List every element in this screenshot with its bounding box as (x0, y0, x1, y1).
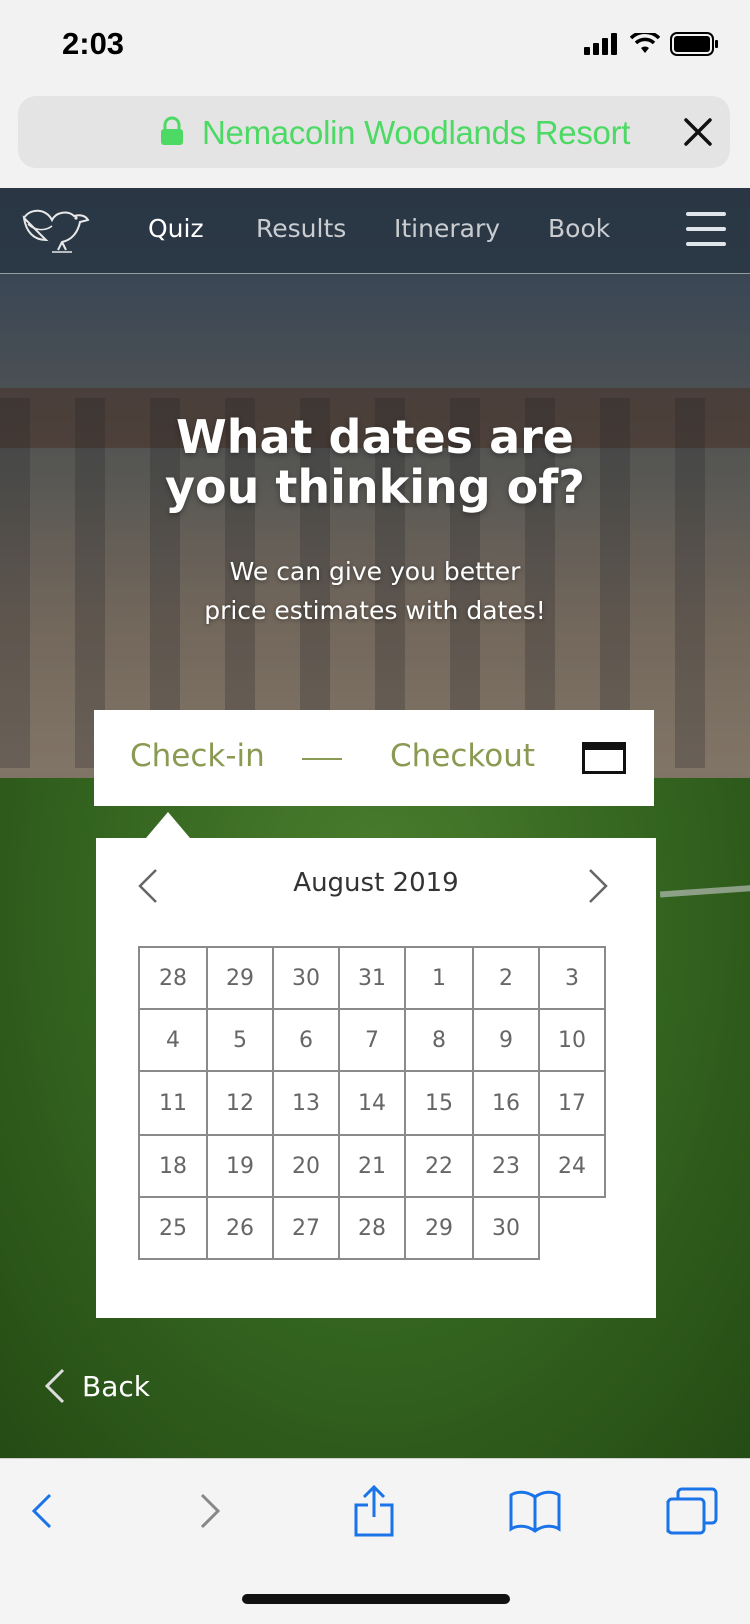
calendar-day[interactable]: 31 (338, 946, 406, 1010)
web-content: Quiz Results Itinerary Book What dates a… (0, 188, 750, 1458)
calendar-day[interactable]: 30 (472, 1196, 540, 1260)
calendar-day[interactable]: 13 (272, 1070, 340, 1136)
chevron-left-icon[interactable] (136, 868, 160, 904)
calendar-day[interactable]: 4 (138, 1008, 208, 1072)
calendar-day[interactable]: 19 (206, 1134, 274, 1198)
bird-logo-icon[interactable] (16, 202, 92, 258)
date-separator (302, 758, 342, 760)
calendar-popup: August 2019 28 29 30 31 1 2 3 4 5 6 7 8 9 10 11 12 13 14 1… (96, 838, 656, 1318)
calendar-day[interactable]: 9 (472, 1008, 540, 1072)
checkout-field[interactable]: Checkout (390, 738, 535, 774)
page-title-line1: What dates are (175, 410, 574, 464)
status-time: 2:03 (62, 26, 125, 61)
site-name[interactable]: Nemacolin Woodlands Resort (202, 114, 630, 152)
page-title: What dates are you thinking of? (150, 412, 600, 512)
cellular-signal-icon (584, 33, 617, 55)
tabs-icon (666, 1487, 718, 1535)
calendar-day[interactable]: 6 (272, 1008, 340, 1072)
share-icon (354, 1485, 394, 1537)
calendar-day[interactable]: 25 (138, 1196, 208, 1260)
calendar-day[interactable]: 2 (472, 946, 540, 1010)
calendar-day[interactable]: 3 (538, 946, 606, 1010)
nav-item-book[interactable]: Book (548, 214, 610, 243)
page-subtitle: We can give you better price estimates w… (170, 552, 580, 630)
browser-forward-button[interactable] (180, 1481, 240, 1541)
calendar-day[interactable]: 29 (404, 1196, 474, 1260)
calendar-pointer (146, 812, 190, 838)
calendar-day[interactable]: 20 (272, 1134, 340, 1198)
calendar-day[interactable]: 8 (404, 1008, 474, 1072)
month-title: August 2019 (293, 868, 459, 898)
browser-back-button[interactable] (12, 1481, 72, 1541)
calendar-day[interactable]: 28 (338, 1196, 406, 1260)
close-icon[interactable] (680, 114, 716, 150)
wifi-icon (630, 33, 660, 53)
nav-item-quiz[interactable]: Quiz (148, 214, 204, 243)
calendar-day[interactable]: 22 (404, 1134, 474, 1198)
nav-item-results[interactable]: Results (256, 214, 346, 243)
calendar-day[interactable]: 21 (338, 1134, 406, 1198)
share-button[interactable] (344, 1481, 404, 1541)
home-indicator (242, 1594, 510, 1604)
site-nav: Quiz Results Itinerary Book (0, 188, 750, 274)
calendar-day[interactable]: 10 (538, 1008, 606, 1072)
calendar-day[interactable]: 17 (538, 1070, 606, 1136)
calendar-day[interactable]: 29 (206, 946, 274, 1010)
bookmarks-icon (509, 1490, 561, 1533)
chevron-left-icon (31, 1493, 52, 1529)
calendar-icon[interactable] (582, 742, 626, 774)
back-chevron-icon (44, 1368, 65, 1404)
chevron-right-icon (200, 1493, 221, 1529)
calendar-day[interactable]: 16 (472, 1070, 540, 1136)
page-subtitle-line1: We can give you better (229, 557, 521, 586)
calendar-day[interactable]: 14 (338, 1070, 406, 1136)
calendar-day[interactable]: 24 (538, 1134, 606, 1198)
calendar-day[interactable]: 30 (272, 946, 340, 1010)
page-subtitle-line2: price estimates with dates! (204, 596, 546, 625)
calendar-day[interactable]: 18 (138, 1134, 208, 1198)
calendar-day[interactable]: 5 (206, 1008, 274, 1072)
page-title-line2: you thinking of? (165, 460, 585, 514)
chevron-right-icon[interactable] (586, 868, 610, 904)
calendar-day[interactable]: 23 (472, 1134, 540, 1198)
calendar-day[interactable]: 28 (138, 946, 208, 1010)
status-icons (584, 32, 720, 56)
calendar-day[interactable]: 26 (206, 1196, 274, 1260)
lock-icon (161, 116, 183, 145)
calendar-day[interactable]: 12 (206, 1070, 274, 1136)
bookmarks-button[interactable] (505, 1481, 565, 1541)
calendar-day[interactable]: 27 (272, 1196, 340, 1260)
url-bar[interactable]: Nemacolin Woodlands Resort (18, 96, 730, 168)
calendar-day[interactable]: 11 (138, 1070, 208, 1136)
calendar-day[interactable]: 7 (338, 1008, 406, 1072)
status-bar: 2:03 (0, 0, 750, 88)
hamburger-menu-icon[interactable] (686, 212, 726, 248)
battery-icon (670, 32, 718, 56)
calendar-day[interactable]: 15 (404, 1070, 474, 1136)
checkin-field[interactable]: Check-in (130, 738, 265, 774)
back-label: Back (82, 1369, 150, 1403)
nav-item-itinerary[interactable]: Itinerary (394, 214, 500, 243)
back-button[interactable]: Back (44, 1368, 150, 1404)
tabs-button[interactable] (662, 1481, 722, 1541)
calendar-day[interactable]: 1 (404, 946, 474, 1010)
date-range-field[interactable]: Check-in Checkout (94, 710, 654, 806)
